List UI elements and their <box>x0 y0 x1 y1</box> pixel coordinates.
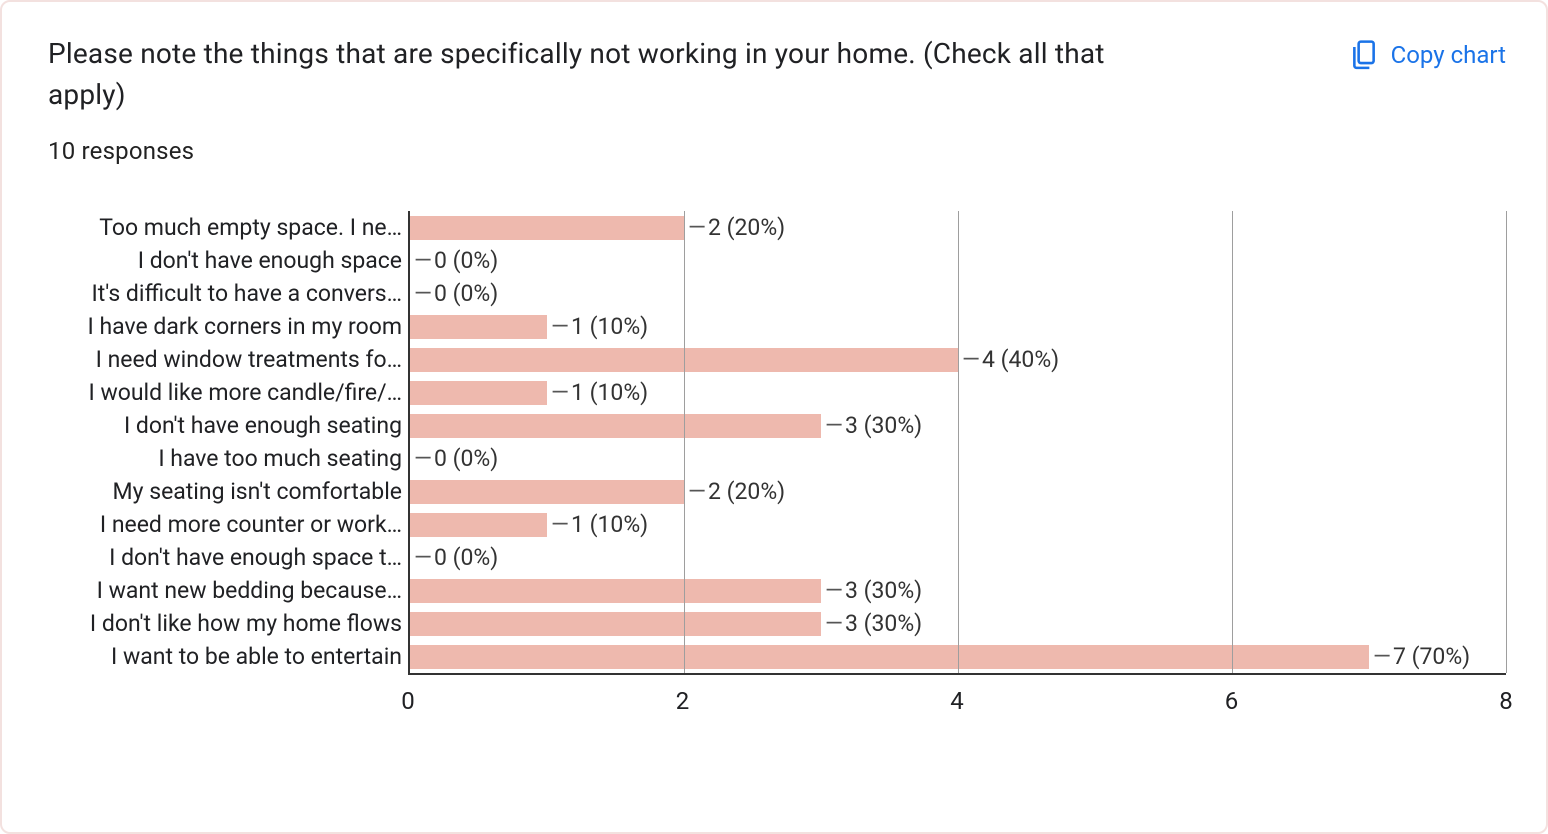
copy-icon <box>1351 40 1377 70</box>
data-label: —0 (0%) <box>414 247 498 274</box>
data-label-text: 7 (70%) <box>1393 643 1470 670</box>
data-label-text: 1 (10%) <box>571 379 648 406</box>
data-label-text: 3 (30%) <box>845 577 922 604</box>
plot: —2 (20%)—0 (0%)—0 (0%)—1 (10%)—4 (40%)—1… <box>408 211 1506 715</box>
bar[interactable] <box>410 579 821 603</box>
leader-dash: — <box>551 379 569 406</box>
copy-chart-label: Copy chart <box>1391 41 1506 69</box>
data-label-text: 0 (0%) <box>434 280 498 307</box>
data-label: —3 (30%) <box>825 610 922 637</box>
x-axis-tick: 2 <box>676 687 690 715</box>
chart-card: Please note the things that are specific… <box>0 0 1548 834</box>
data-label: —7 (70%) <box>1373 643 1470 670</box>
responses-count: 10 responses <box>48 137 1506 165</box>
data-label: —4 (40%) <box>962 346 1059 373</box>
data-label-text: 4 (40%) <box>982 346 1059 373</box>
data-label-text: 1 (10%) <box>571 511 648 538</box>
leader-dash: — <box>825 610 843 637</box>
bar[interactable] <box>410 315 547 339</box>
data-label: —3 (30%) <box>825 412 922 439</box>
data-label: —2 (20%) <box>688 214 785 241</box>
data-label-text: 0 (0%) <box>434 544 498 571</box>
data-label-text: 3 (30%) <box>845 412 922 439</box>
y-axis-label: I want new bedding because… <box>48 574 408 607</box>
x-axis: 02468 <box>408 675 1506 715</box>
bar[interactable] <box>410 414 821 438</box>
data-label: —1 (10%) <box>551 313 648 340</box>
y-axis-label: It's difficult to have a convers… <box>48 277 408 310</box>
data-label: —0 (0%) <box>414 544 498 571</box>
data-label-text: 2 (20%) <box>708 478 785 505</box>
leader-dash: — <box>414 445 432 472</box>
leader-dash: — <box>962 346 980 373</box>
y-axis-label: My seating isn't comfortable <box>48 475 408 508</box>
y-axis-label: I would like more candle/fire/… <box>48 376 408 409</box>
leader-dash: — <box>551 511 569 538</box>
copy-chart-button[interactable]: Copy chart <box>1351 40 1506 70</box>
y-axis-label: I don't have enough seating <box>48 409 408 442</box>
bar[interactable] <box>410 216 684 240</box>
data-label-text: 3 (30%) <box>845 610 922 637</box>
question-title: Please note the things that are specific… <box>48 34 1188 115</box>
gridline <box>1506 211 1507 673</box>
y-axis-label: Too much empty space. I ne… <box>48 211 408 244</box>
y-axis-label: I don't like how my home flows <box>48 607 408 640</box>
gridline <box>958 211 959 673</box>
data-label-text: 1 (10%) <box>571 313 648 340</box>
data-label: —0 (0%) <box>414 280 498 307</box>
gridline <box>1232 211 1233 673</box>
leader-dash: — <box>414 280 432 307</box>
y-axis-label: I need more counter or work… <box>48 508 408 541</box>
leader-dash: — <box>1373 643 1391 670</box>
bar[interactable] <box>410 612 821 636</box>
x-axis-tick: 0 <box>401 687 415 715</box>
data-label-text: 0 (0%) <box>434 445 498 472</box>
bar[interactable] <box>410 645 1369 669</box>
y-axis-labels: Too much empty space. I ne…I don't have … <box>48 211 408 715</box>
leader-dash: — <box>414 544 432 571</box>
y-axis-label: I don't have enough space t… <box>48 541 408 574</box>
x-axis-tick: 6 <box>1225 687 1239 715</box>
leader-dash: — <box>688 214 706 241</box>
data-label: —3 (30%) <box>825 577 922 604</box>
plot-area: —2 (20%)—0 (0%)—0 (0%)—1 (10%)—4 (40%)—1… <box>408 211 1506 675</box>
data-label: —0 (0%) <box>414 445 498 472</box>
card-header: Please note the things that are specific… <box>48 34 1506 115</box>
gridline <box>684 211 685 673</box>
leader-dash: — <box>414 247 432 274</box>
y-axis-label: I don't have enough space <box>48 244 408 277</box>
data-label-text: 0 (0%) <box>434 247 498 274</box>
bar[interactable] <box>410 480 684 504</box>
bar[interactable] <box>410 513 547 537</box>
y-axis-label: I have too much seating <box>48 442 408 475</box>
chart: Too much empty space. I ne…I don't have … <box>48 211 1506 715</box>
leader-dash: — <box>825 577 843 604</box>
data-label: —1 (10%) <box>551 379 648 406</box>
leader-dash: — <box>825 412 843 439</box>
y-axis-label: I need window treatments fo… <box>48 343 408 376</box>
data-label: —2 (20%) <box>688 478 785 505</box>
x-axis-tick: 4 <box>950 687 964 715</box>
leader-dash: — <box>551 313 569 340</box>
bar[interactable] <box>410 381 547 405</box>
leader-dash: — <box>688 478 706 505</box>
x-axis-tick: 8 <box>1499 687 1513 715</box>
y-axis-label: I have dark corners in my room <box>48 310 408 343</box>
data-label-text: 2 (20%) <box>708 214 785 241</box>
y-axis-label: I want to be able to entertain <box>48 640 408 673</box>
data-label: —1 (10%) <box>551 511 648 538</box>
